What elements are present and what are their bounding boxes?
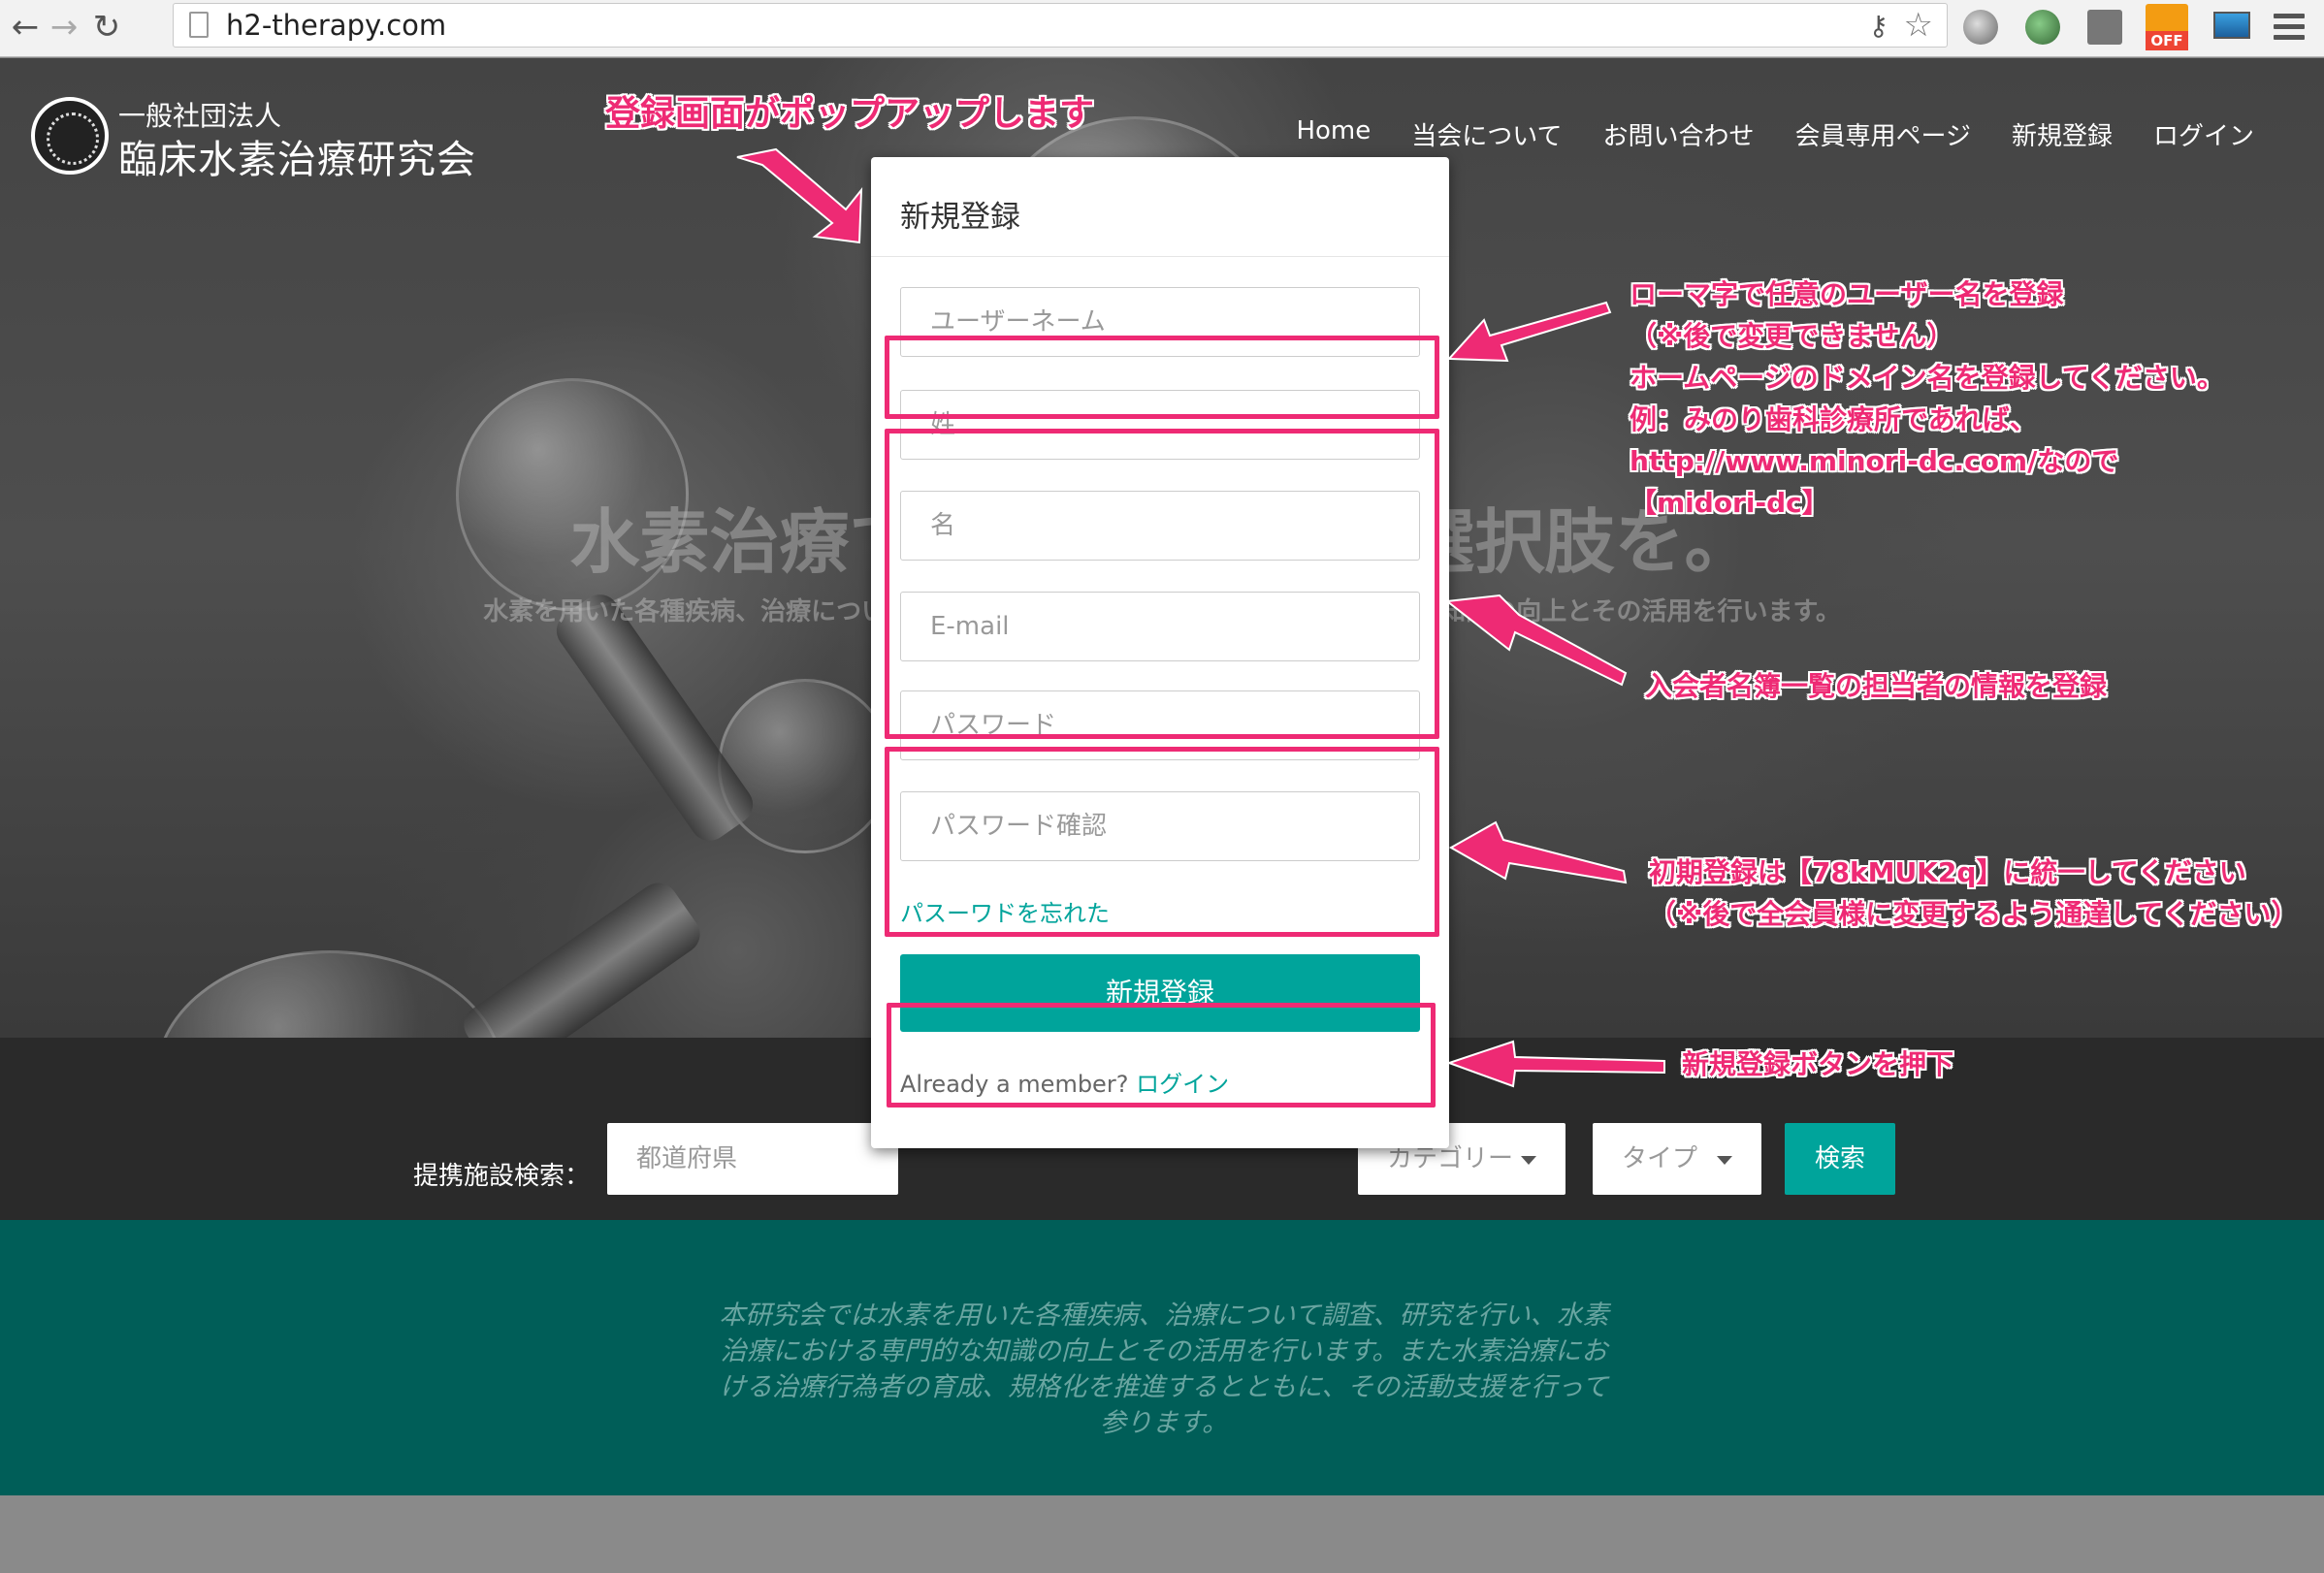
nav-about[interactable]: 当会について [1411,116,1562,152]
modal-title: 新規登録 [900,200,1020,235]
globe-extension-icon[interactable] [1963,10,1998,45]
chart-extension-icon[interactable] [2087,10,2122,45]
note-username-line: ホームページのドメイン名を登録してください。 [1630,362,2224,394]
note-password-line: 初期登録は【78kMUK2q】に統一してください [1649,856,2246,888]
note-password: 初期登録は【78kMUK2q】に統一してください （※後で全会員様に変更するよう… [1649,851,2299,935]
back-icon[interactable]: ← [6,8,45,47]
about-text: 本研究会では水素を用いた各種疾病、治療について調査、研究を行い、水素治療における… [719,1300,1609,1438]
main-nav: Home 当会について お問い合わせ 会員専用ページ 新規登録 ログイン [1296,116,2254,152]
url-text[interactable]: h2-therapy.com [226,8,446,43]
card-extension-icon[interactable] [2213,12,2250,39]
logo-emblem[interactable] [31,97,109,175]
browser-toolbar: ← → ↻ h2-therapy.com ⚷ ☆ OFF [0,0,2324,57]
highlight-password [885,747,1439,937]
username-placeholder: ユーザーネーム [930,307,1106,337]
note-username-line: 例：みのり歯科診療所であれば、 [1630,403,2037,435]
type-select[interactable]: タイプ [1593,1123,1761,1195]
category-placeholder: カテゴリー [1387,1144,1514,1173]
highlight-submit [887,1003,1436,1108]
nav-members[interactable]: 会員専用ページ [1794,116,1970,152]
note-popup: 登録画面がポップアップします [605,94,1095,134]
highlight-username [885,336,1439,419]
search-button[interactable]: 検索 [1785,1123,1895,1195]
address-bar[interactable]: h2-therapy.com ⚷ ☆ [173,3,1948,48]
off-extension-icon[interactable]: OFF [2146,4,2188,50]
page-icon [189,12,209,38]
type-placeholder: タイプ [1622,1144,1698,1173]
note-username-line: http://www.minori-dc.com/なので [1630,445,2119,477]
bookmark-star-icon[interactable]: ☆ [1904,6,1933,45]
nav-home[interactable]: Home [1296,116,1371,152]
menu-icon[interactable] [2274,14,2305,46]
green-extension-icon[interactable] [2025,10,2060,45]
reload-icon[interactable]: ↻ [87,8,126,47]
search-label: 提携施設検索： [413,1162,591,1191]
note-username-line: （※後で変更できません） [1630,320,1954,352]
footer-strip [0,1495,2324,1573]
prefecture-select[interactable]: 都道府県 [607,1123,898,1195]
chevron-down-icon [1717,1156,1732,1165]
note-username-line: ローマ字で任意のユーザー名を登録 [1630,278,2064,310]
prefecture-placeholder: 都道府県 [636,1144,738,1173]
note-password-line: （※後で全会員様に変更するよう通達してください） [1649,898,2299,930]
note-username: ローマ字で任意のユーザー名を登録 （※後で変更できません） ホームページのドメイ… [1630,273,2224,524]
note-username-line: 【midori-dc】 [1630,487,1829,519]
key-icon[interactable]: ⚷ [1868,10,1888,42]
modal-divider [871,256,1449,257]
note-submit: 新規登録ボタンを押下 [1682,1048,1954,1080]
chevron-down-icon [1521,1156,1536,1165]
nav-login[interactable]: ログイン [2153,116,2254,152]
nav-contact[interactable]: お問い合わせ [1602,116,1754,152]
note-member-info: 入会者名簿一覧の担当者の情報を登録 [1645,670,2108,702]
decorative-bubble [718,679,892,853]
nav-register[interactable]: 新規登録 [2012,116,2113,152]
highlight-member-info [885,429,1439,739]
org-name[interactable]: 臨床水素治療研究会 [118,128,476,184]
about-section: 本研究会では水素を用いた各種疾病、治療について調査、研究を行い、水素治療における… [0,1220,2324,1495]
forward-icon[interactable]: → [45,8,83,47]
off-badge: OFF [2146,31,2188,50]
